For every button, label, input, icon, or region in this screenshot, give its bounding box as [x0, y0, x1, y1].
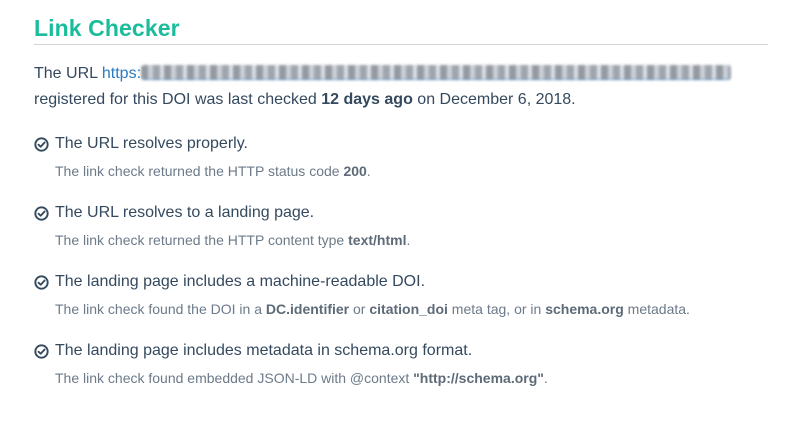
detail-emphasis: "http://schema.org"	[413, 370, 544, 386]
check-detail: The link check returned the HTTP status …	[55, 161, 768, 181]
check-circle-icon	[34, 274, 49, 290]
detail-text: The link check returned the HTTP content…	[55, 232, 349, 248]
detail-emphasis: DC.identifier	[265, 301, 350, 317]
check-circle-icon	[34, 343, 49, 359]
title-divider	[34, 44, 768, 45]
check-detail: The link check found embedded JSON-LD wi…	[55, 368, 768, 388]
check-title: The URL resolves properly.	[55, 135, 248, 152]
detail-text: metadata.	[623, 301, 690, 317]
detail-text: .	[406, 232, 411, 248]
detail-text: The link check found the DOI in a	[55, 301, 266, 317]
check-title: The landing page includes a machine-read…	[55, 273, 426, 290]
last-checked-age: 12 days ago	[321, 91, 413, 108]
check-circle-icon	[34, 205, 49, 221]
detail-text: .	[543, 370, 548, 386]
detail-emphasis: 200	[343, 163, 367, 179]
check-detail: The link check found the DOI in a DC.ide…	[55, 299, 768, 319]
last-checked-date: December 6, 2018.	[439, 91, 576, 108]
checked-url-link[interactable]: https:	[101, 64, 732, 82]
summary-line2-mid: on	[417, 91, 436, 108]
detail-text: The link check returned the HTTP status …	[55, 163, 344, 179]
check-item: The landing page includes a machine-read…	[34, 271, 768, 319]
link-checker-panel: Link Checker The URL https: registered f…	[0, 0, 785, 431]
check-item-header: The URL resolves properly.	[34, 133, 768, 155]
detail-text: The link check found embedded JSON-LD wi…	[55, 370, 414, 386]
checked-url-scheme: https:	[101, 65, 142, 82]
check-item-header: The URL resolves to a landing page.	[34, 202, 768, 224]
detail-emphasis: text/html	[348, 232, 407, 248]
detail-emphasis: schema.org	[545, 301, 624, 317]
check-item: The URL resolves to a landing page. The …	[34, 202, 768, 250]
check-item: The URL resolves properly. The link chec…	[34, 133, 768, 181]
page-title: Link Checker	[34, 15, 180, 41]
check-item-header: The landing page includes metadata in sc…	[34, 340, 768, 362]
detail-text: .	[366, 163, 371, 179]
check-item-header: The landing page includes a machine-read…	[34, 271, 768, 293]
detail-emphasis: citation_doi	[369, 301, 448, 317]
summary-line2-prefix: registered for this DOI was last checked	[34, 91, 317, 108]
detail-text: meta tag, or in	[447, 301, 546, 317]
link-check-summary: The URL https: registered for this DOI w…	[34, 61, 764, 113]
detail-text: or	[349, 301, 370, 317]
redacted-url	[141, 64, 732, 80]
check-circle-icon	[34, 136, 49, 152]
summary-prefix: The URL	[34, 65, 98, 82]
check-detail: The link check returned the HTTP content…	[55, 230, 768, 250]
check-item: The landing page includes metadata in sc…	[34, 340, 768, 388]
check-title: The landing page includes metadata in sc…	[55, 342, 473, 359]
check-title: The URL resolves to a landing page.	[55, 204, 315, 221]
check-list: The URL resolves properly. The link chec…	[34, 133, 768, 388]
